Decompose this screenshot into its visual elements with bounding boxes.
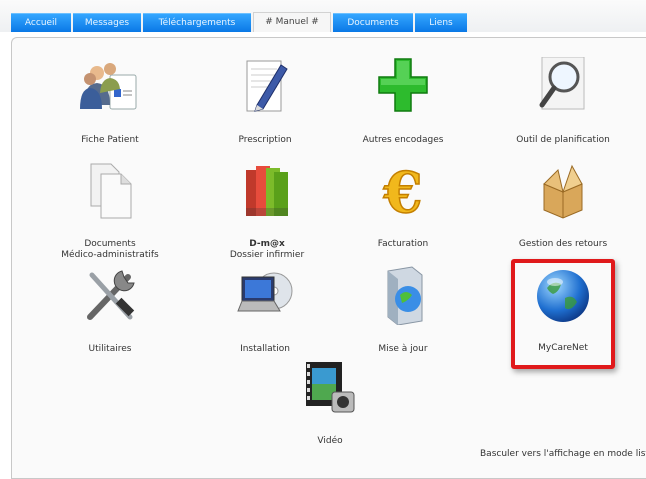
euro-icon: € [382, 162, 423, 220]
laptop-cd-icon [237, 272, 293, 312]
tab-documents[interactable]: Documents [333, 13, 413, 32]
documents-icon [90, 163, 132, 219]
dmx-label-line1: D-m@x [249, 239, 285, 249]
mise-a-jour-button[interactable]: Mise à jour [348, 265, 458, 360]
gestion-retours-label: Gestion des retours [518, 239, 608, 249]
utilitaires-label: Utilitaires [88, 344, 132, 354]
installation-label: Installation [240, 344, 290, 354]
top-tab-bar: Accueil Messages Téléchargements # Manue… [0, 0, 646, 32]
mycarenet-highlight-box [511, 259, 615, 369]
prescription-label: Prescription [238, 135, 292, 145]
fiche-patient-label: Fiche Patient [81, 135, 139, 145]
magnifier-icon [539, 57, 585, 110]
documents-label-line2: Médico-administratifs [61, 250, 159, 260]
installation-button[interactable]: Installation [215, 265, 315, 360]
binders-icon [246, 166, 288, 216]
svg-text:€: € [383, 162, 423, 220]
video-label: Vidéo [317, 436, 343, 446]
documents-button[interactable]: Documents Médico-administratifs [55, 160, 165, 260]
pen-paper-icon [246, 60, 288, 112]
facturation-button[interactable]: € Facturation [348, 160, 458, 260]
green-cross-icon [378, 58, 428, 112]
tab-list: Accueil Messages Téléchargements # Manue… [11, 12, 469, 32]
patients-icon [80, 63, 137, 110]
tab-messages[interactable]: Messages [73, 13, 141, 32]
gestion-retours-button[interactable]: Gestion des retours [508, 160, 618, 260]
switch-list-view-link[interactable]: Basculer vers l'affichage en mode liste [480, 449, 646, 459]
open-box-icon [543, 164, 583, 219]
facturation-label: Facturation [377, 239, 429, 249]
film-camera-icon [306, 362, 355, 413]
autres-encodages-button[interactable]: Autres encodages [348, 55, 458, 150]
tab-telechargements[interactable]: Téléchargements [143, 13, 251, 32]
documents-label-line1: Documents [84, 239, 136, 249]
autres-encodages-label: Autres encodages [362, 135, 444, 145]
tab-liens[interactable]: Liens [415, 13, 467, 32]
dmx-button[interactable]: D-m@x Dossier infirmier [212, 160, 322, 260]
tools-icon [87, 270, 135, 320]
tab-accueil[interactable]: Accueil [11, 13, 71, 32]
outil-planification-label: Outil de planification [516, 135, 610, 145]
tab-manuel[interactable]: # Manuel # [253, 12, 331, 32]
dmx-label-line2: Dossier infirmier [229, 250, 305, 260]
utilitaires-button[interactable]: Utilitaires [60, 265, 160, 360]
outil-planification-button[interactable]: Outil de planification [508, 55, 618, 150]
prescription-button[interactable]: Prescription [215, 55, 315, 150]
software-box-icon [387, 266, 423, 325]
mise-a-jour-label: Mise à jour [378, 344, 428, 354]
video-button[interactable]: Vidéo [285, 358, 375, 450]
fiche-patient-button[interactable]: Fiche Patient [60, 55, 160, 150]
